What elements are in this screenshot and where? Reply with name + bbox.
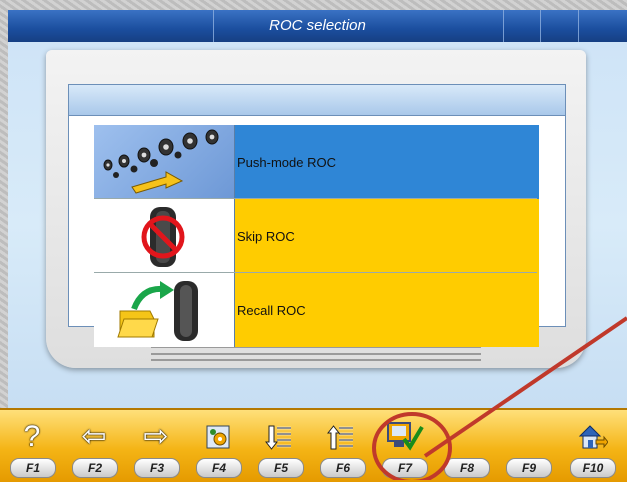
option-label: Skip ROC	[235, 199, 539, 273]
f3-key-label: F3	[134, 458, 180, 478]
arrow-left-icon: ⇦	[81, 420, 107, 453]
function-key-toolbar: ? F1 ⇦ F2 ⇨ F3 F4 F5 F6 F7 F8 F9 F10	[0, 408, 627, 482]
option-skip-roc[interactable]: Skip ROC	[94, 199, 539, 273]
f8-button[interactable]: F8	[434, 410, 496, 482]
f9-button[interactable]: F9	[496, 410, 558, 482]
f6-key-label: F6	[320, 458, 366, 478]
app-frame: ROC selection Push-mode ROC Skip ROC Rec…	[0, 0, 627, 482]
panel-header	[68, 84, 566, 115]
f10-button[interactable]: F10	[560, 410, 622, 482]
f4-key-label: F4	[196, 458, 242, 478]
skip-roc-icon	[94, 199, 235, 273]
f10-key-label: F10	[570, 458, 616, 478]
f7-key-label: F7	[382, 458, 428, 478]
option-label: Push-mode ROC	[235, 125, 539, 199]
f2-button[interactable]: ⇦ F2	[62, 410, 124, 482]
window-title: ROC selection	[269, 17, 366, 34]
empty-slot	[506, 420, 550, 454]
f1-key-label: F1	[10, 458, 56, 478]
confirm-check-icon	[382, 420, 426, 454]
push-mode-roc-icon	[94, 125, 235, 199]
f3-button[interactable]: ⇨ F3	[124, 410, 186, 482]
option-label: Recall ROC	[235, 273, 539, 347]
f1-button[interactable]: ? F1	[0, 410, 62, 482]
f8-key-label: F8	[444, 458, 490, 478]
f2-key-label: F2	[72, 458, 118, 478]
title-bar: ROC selection	[8, 10, 627, 43]
empty-slot	[444, 420, 488, 454]
option-recall-roc[interactable]: Recall ROC	[94, 273, 539, 347]
f9-key-label: F9	[506, 458, 552, 478]
f5-button[interactable]: F5	[248, 410, 310, 482]
home-exit-icon	[570, 420, 614, 454]
f5-key-label: F5	[258, 458, 304, 478]
list-down-icon	[258, 420, 302, 454]
help-icon: ?	[23, 420, 41, 453]
list-up-icon	[320, 420, 364, 454]
monitor-stand	[151, 346, 481, 364]
f6-button[interactable]: F6	[310, 410, 372, 482]
recall-roc-icon	[94, 273, 235, 347]
arrow-right-icon: ⇨	[143, 420, 169, 453]
f7-button[interactable]: F7	[372, 410, 434, 482]
option-push-mode-roc[interactable]: Push-mode ROC	[94, 125, 539, 199]
settings-gear-icon	[196, 420, 240, 454]
f4-button[interactable]: F4	[186, 410, 248, 482]
